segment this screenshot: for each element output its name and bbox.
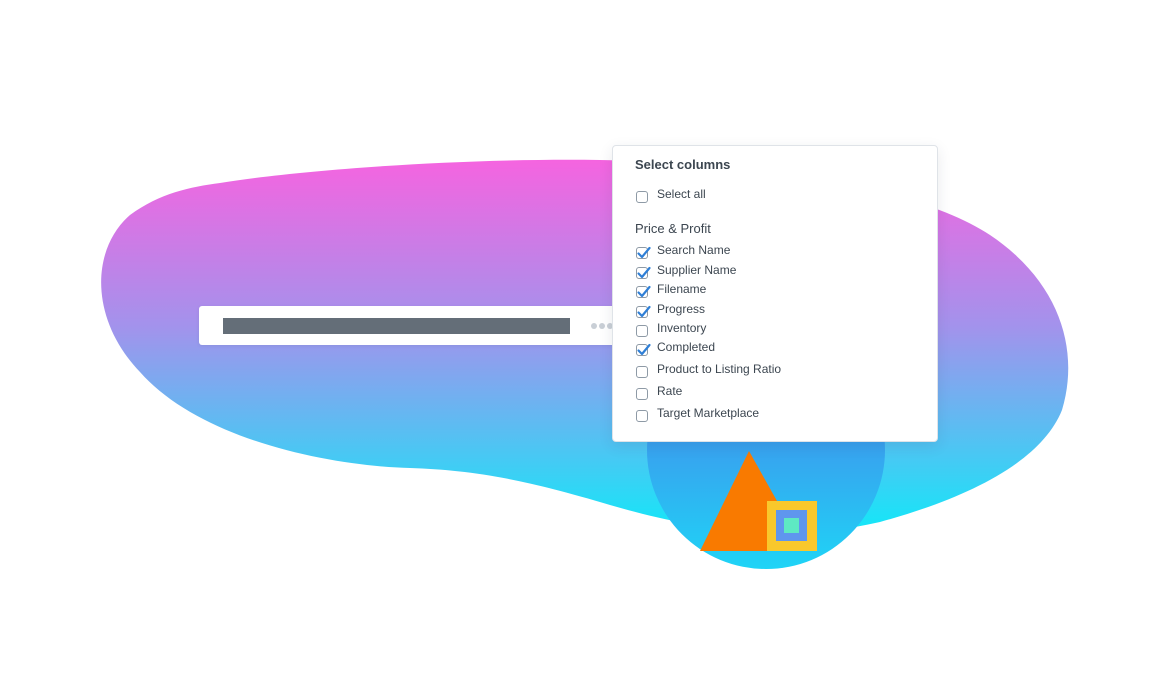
column-checkbox[interactable] [636,366,648,378]
column-label: Search Name [657,243,731,257]
section-heading: Price & Profit [635,221,711,236]
checkmark-icon [637,246,651,259]
select-all-option[interactable]: Select all [636,187,706,205]
column-option-filename[interactable]: Filename [636,282,707,300]
column-checkbox[interactable] [636,285,651,298]
more-dots-icon[interactable] [591,323,613,329]
column-option-rate[interactable]: Rate [636,384,683,402]
select-columns-panel: Select columns Select all Price & Profit… [612,145,938,442]
checkmark-icon [637,343,651,356]
column-checkbox[interactable] [636,246,651,259]
column-checkbox[interactable] [636,388,648,400]
dot [591,323,597,329]
column-checkbox[interactable] [636,266,651,279]
column-option-target-marketplace[interactable]: Target Marketplace [636,406,760,424]
column-checkbox[interactable] [636,325,648,337]
search-bar[interactable] [199,306,639,345]
column-label: Inventory [657,321,707,335]
column-checkbox[interactable] [636,343,651,356]
column-option-product-to-listing-ratio[interactable]: Product to Listing Ratio [636,362,782,380]
checkmark-icon [637,266,651,279]
green-square [784,518,799,533]
column-option-search-name[interactable]: Search Name [636,243,731,261]
column-label: Target Marketplace [657,406,760,420]
panel-title: Select columns [635,157,731,172]
dot [599,323,605,329]
column-label: Filename [657,282,707,296]
column-label: Product to Listing Ratio [657,362,782,376]
column-option-completed[interactable]: Completed [636,340,716,358]
select-all-checkbox[interactable] [636,191,648,203]
checkmark-icon [637,285,651,298]
select-all-label: Select all [657,187,706,201]
redacted-bar [223,318,570,334]
stage: Select columns Select all Price & Profit… [0,0,1169,700]
column-label: Progress [657,302,706,316]
column-option-progress[interactable]: Progress [636,302,706,320]
column-option-supplier-name[interactable]: Supplier Name [636,263,737,281]
column-label: Completed [657,340,716,354]
background-illustration [101,159,1069,569]
column-label: Supplier Name [657,263,737,277]
column-option-inventory[interactable]: Inventory [636,321,707,339]
column-checkbox[interactable] [636,410,648,422]
column-label: Rate [657,384,683,398]
column-checkbox[interactable] [636,305,651,318]
checkmark-icon [637,305,651,318]
